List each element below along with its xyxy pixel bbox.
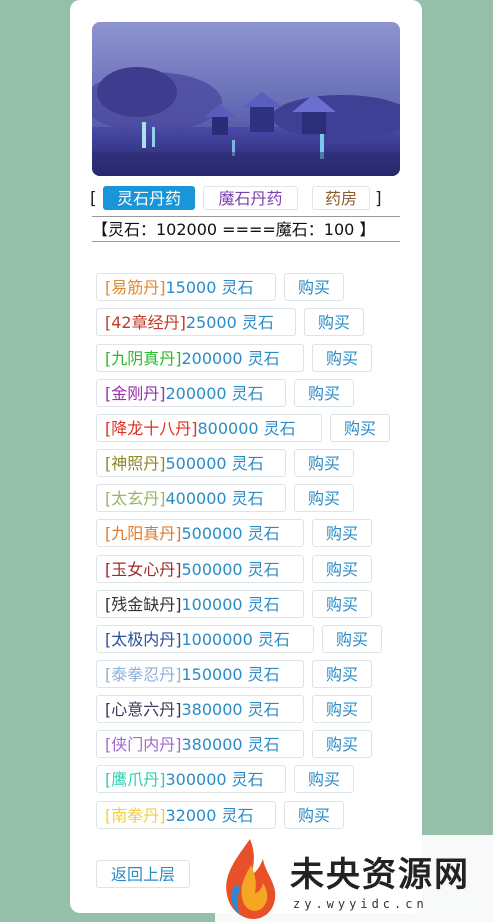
item-name: [心意六丹] [105, 700, 182, 719]
buy-button[interactable]: 购买 [284, 801, 344, 829]
item-label: [心意六丹]380000 灵石 [96, 695, 304, 723]
content-card: [ 灵石丹药 魔石丹药 药房 ] 【灵石：102000 ====魔石：100 】… [70, 0, 422, 913]
buy-button[interactable]: 购买 [294, 765, 354, 793]
item-name: [金刚丹] [105, 384, 166, 403]
item-label: [南拳丹]32000 灵石 [96, 801, 276, 829]
item-name: [玉女心丹] [105, 560, 182, 579]
buy-button[interactable]: 购买 [322, 625, 382, 653]
watermark-title: 未央资源网 [290, 855, 470, 895]
item-label: [太玄丹]400000 灵石 [96, 484, 286, 512]
item-price: 15000 灵石 [165, 278, 254, 297]
item-label: [42章经丹]25000 灵石 [96, 308, 296, 336]
item-name: [太玄丹] [105, 489, 166, 508]
item-label: [泰拳忍丹]150000 灵石 [96, 660, 304, 688]
buy-button[interactable]: 购买 [304, 308, 364, 336]
item-price: 300000 灵石 [165, 770, 264, 789]
item-label: [太极内丹]1000000 灵石 [96, 625, 314, 653]
item-name: [泰拳忍丹] [105, 665, 182, 684]
buy-button[interactable]: 购买 [312, 555, 372, 583]
item-label: [玉女心丹]500000 灵石 [96, 555, 304, 583]
item-price: 400000 灵石 [165, 489, 264, 508]
buy-button[interactable]: 购买 [294, 379, 354, 407]
item-label: [金刚丹]200000 灵石 [96, 379, 286, 407]
item-name: [42章经丹] [105, 313, 186, 332]
item-name: [神照丹] [105, 454, 166, 473]
item-price: 100000 灵石 [181, 595, 280, 614]
buy-button[interactable]: 购买 [312, 695, 372, 723]
item-name: [鹰爪丹] [105, 770, 166, 789]
item-label: [鹰爪丹]300000 灵石 [96, 765, 286, 793]
currency-status: 【灵石：102000 ====魔石：100 】 [92, 216, 400, 242]
item-name: [侠门内丹] [105, 735, 182, 754]
tab-close-bracket: ] [375, 189, 382, 209]
item-price: 32000 灵石 [165, 806, 254, 825]
item-price: 200000 灵石 [165, 384, 264, 403]
item-name: [南拳丹] [105, 806, 166, 825]
buy-button[interactable]: 购买 [312, 730, 372, 758]
tab-open-bracket: [ [90, 189, 97, 209]
item-price: 200000 灵石 [181, 349, 280, 368]
item-label: [九阴真丹]200000 灵石 [96, 344, 304, 372]
buy-button[interactable]: 购买 [312, 590, 372, 618]
item-price: 500000 灵石 [181, 524, 280, 543]
banner-image [92, 22, 400, 176]
item-label: [降龙十八丹]800000 灵石 [96, 414, 322, 442]
buy-button[interactable]: 购买 [312, 344, 372, 372]
item-price: 800000 灵石 [197, 419, 296, 438]
buy-button[interactable]: 购买 [294, 484, 354, 512]
item-label: [残金缺丹]100000 灵石 [96, 590, 304, 618]
buy-button[interactable]: 购买 [294, 449, 354, 477]
item-name: [残金缺丹] [105, 595, 182, 614]
item-price: 380000 灵石 [181, 700, 280, 719]
tab-bar: [ 灵石丹药 魔石丹药 药房 ] [90, 186, 402, 214]
tab-pharmacy[interactable]: 药房 [312, 186, 370, 210]
item-name: [九阴真丹] [105, 349, 182, 368]
watermark: 未央资源网 zy.wyyidc.cn [215, 835, 493, 922]
back-button[interactable]: 返回上层 [96, 860, 190, 888]
tab-demon-stone-pills[interactable]: 魔石丹药 [203, 186, 298, 210]
item-label: [神照丹]500000 灵石 [96, 449, 286, 477]
item-name: [易筋丹] [105, 278, 166, 297]
item-label: [侠门内丹]380000 灵石 [96, 730, 304, 758]
item-name: [降龙十八丹] [105, 419, 198, 438]
item-price: 380000 灵石 [181, 735, 280, 754]
item-price: 500000 灵石 [181, 560, 280, 579]
item-name: [九阳真丹] [105, 524, 182, 543]
item-label: [九阳真丹]500000 灵石 [96, 519, 304, 547]
tab-spirit-stone-pills[interactable]: 灵石丹药 [103, 186, 195, 210]
buy-button[interactable]: 购买 [312, 660, 372, 688]
item-price: 25000 灵石 [185, 313, 274, 332]
item-price: 500000 灵石 [165, 454, 264, 473]
item-price: 150000 灵石 [181, 665, 280, 684]
buy-button[interactable]: 购买 [330, 414, 390, 442]
buy-button[interactable]: 购买 [284, 273, 344, 301]
watermark-url: zy.wyyidc.cn [293, 897, 428, 911]
flame-logo-icon [226, 839, 276, 919]
item-label: [易筋丹]15000 灵石 [96, 273, 276, 301]
buy-button[interactable]: 购买 [312, 519, 372, 547]
item-price: 1000000 灵石 [181, 630, 290, 649]
item-name: [太极内丹] [105, 630, 182, 649]
